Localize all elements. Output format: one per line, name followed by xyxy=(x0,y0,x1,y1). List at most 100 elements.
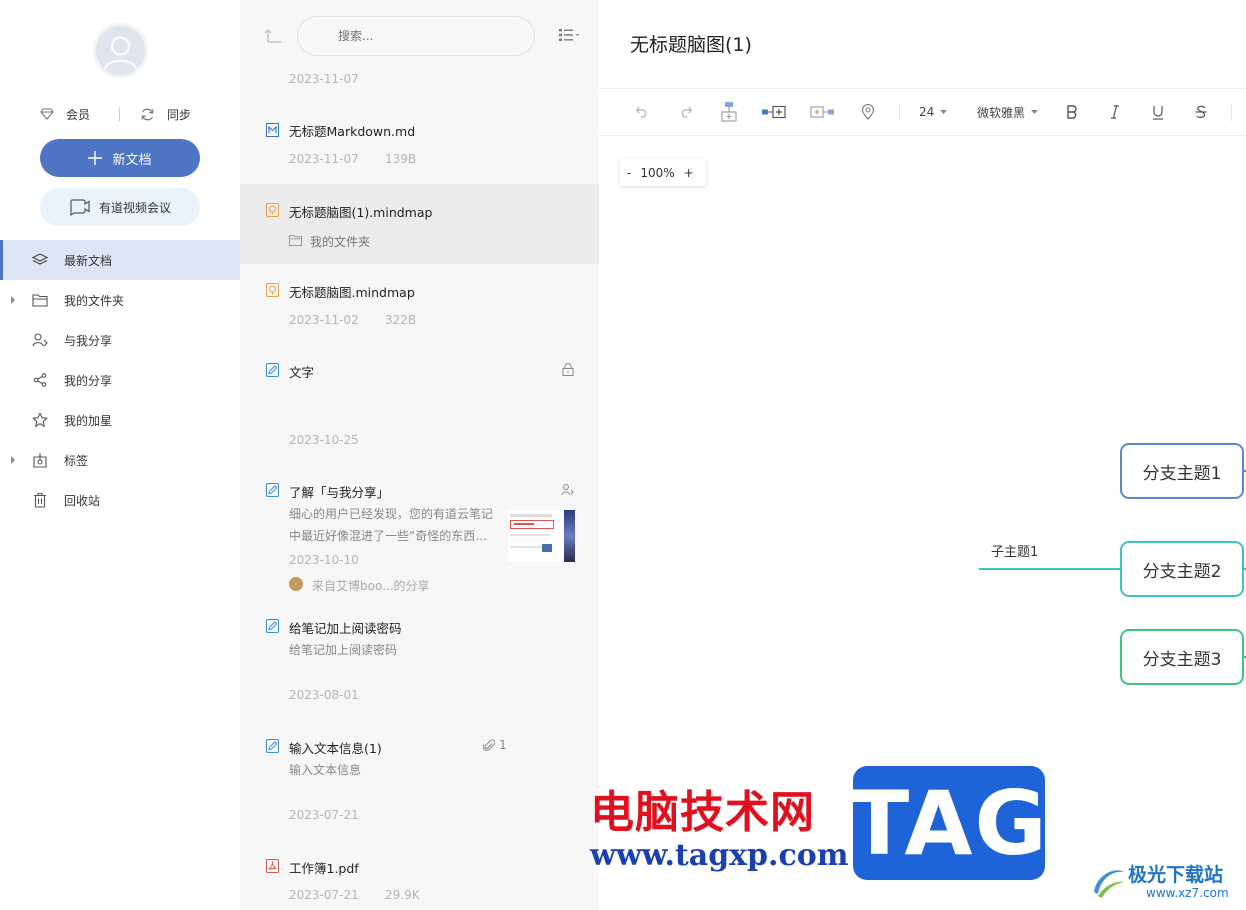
video-meeting-button[interactable]: 有道视频会议 xyxy=(40,188,200,226)
nav-label: 与我分享 xyxy=(64,334,113,348)
insert-sibling-topic-button[interactable] xyxy=(810,89,836,135)
account-row: 会员 同步 xyxy=(0,103,240,125)
user-icon xyxy=(103,36,138,70)
expand-arrow-icon[interactable] xyxy=(11,456,15,464)
zoom-in-button[interactable]: + xyxy=(684,166,694,180)
branch-topic-2[interactable]: 分支主题2 xyxy=(1120,541,1244,597)
up-level-icon[interactable] xyxy=(264,27,282,43)
italic-button[interactable] xyxy=(1110,89,1120,135)
toolbar-divider xyxy=(899,105,900,121)
nav-item-shared-with-me[interactable]: 与我分享 xyxy=(0,320,240,360)
new-document-button[interactable]: 新文档 xyxy=(40,139,200,177)
strikethrough-button[interactable] xyxy=(1195,89,1207,135)
avatar[interactable] xyxy=(93,23,148,78)
insert-child-topic-button[interactable] xyxy=(761,89,787,135)
nav-item-tags[interactable]: 标签 xyxy=(0,440,240,480)
nav-item-starred[interactable]: 我的加星 xyxy=(0,400,240,440)
zoom-level: 100% xyxy=(640,165,675,180)
location-button[interactable] xyxy=(861,89,875,135)
item-size: 29.9K xyxy=(385,888,420,902)
item-date: 2023-11-07 xyxy=(289,72,359,86)
branch-topic-1[interactable]: 分支主题1 xyxy=(1120,443,1244,499)
item-date: 2023-07-21 xyxy=(289,808,359,822)
nav-item-recent[interactable]: 最新文档 xyxy=(0,240,240,280)
item-size: 139B xyxy=(385,152,417,166)
branch-topic-3[interactable]: 分支主题3 xyxy=(1120,629,1244,685)
note-icon xyxy=(266,363,279,377)
undo-button[interactable] xyxy=(633,89,651,135)
nav-item-trash[interactable]: 回收站 xyxy=(0,480,240,520)
item-title: 给笔记加上阅读密码 xyxy=(289,621,402,636)
strikethrough-icon xyxy=(1195,105,1207,118)
toolbar-divider xyxy=(1231,105,1232,121)
share-icon xyxy=(33,373,47,387)
connector-line xyxy=(1242,568,1246,570)
list-item-mindmap-1[interactable]: 无标题脑图(1).mindmap 我的文件夹 xyxy=(240,184,599,264)
mindmap-icon xyxy=(266,203,279,217)
list-header xyxy=(240,0,599,70)
bold-button[interactable] xyxy=(1066,89,1078,135)
nav-item-my-shares[interactable]: 我的分享 xyxy=(0,360,240,400)
list-item-input-text[interactable]: 输入文本信息(1) 1 输入文本信息 2023-07-21 xyxy=(240,724,599,844)
underline-icon xyxy=(1153,105,1163,120)
list-item-read-password[interactable]: 给笔记加上阅读密码 给笔记加上阅读密码 2023-08-01 xyxy=(240,604,599,724)
font-size-value: 24 xyxy=(919,105,935,119)
item-date: 2023-07-21 xyxy=(289,888,359,902)
item-size: 322B xyxy=(385,313,417,327)
document-title[interactable]: 无标题脑图(1) xyxy=(630,30,752,57)
item-title: 输入文本信息(1) xyxy=(289,741,382,756)
member-button[interactable]: 会员 xyxy=(40,103,90,125)
tag-icon xyxy=(33,453,47,468)
sync-button[interactable]: 同步 xyxy=(140,103,191,125)
item-thumbnail xyxy=(508,510,575,562)
item-date: 2023-08-01 xyxy=(289,688,359,702)
item-title: 无标题脑图(1).mindmap xyxy=(289,205,433,220)
folder-icon xyxy=(32,294,48,307)
sidebar: 会员 同步 新文档 有道视频会议 最新文档 我的文件夹 与我分享 我的分享 我的… xyxy=(0,0,240,910)
insert-parent-topic-button[interactable] xyxy=(720,89,738,135)
insert-parent-topic-icon xyxy=(721,102,737,122)
search-input[interactable] xyxy=(297,16,535,56)
item-share-source: 来自艾博boo...的分享 xyxy=(312,579,430,593)
item-date: 2023-10-10 xyxy=(289,553,359,567)
mindmap-icon xyxy=(266,283,279,297)
plus-icon xyxy=(88,151,103,165)
zoom-out-button[interactable]: - xyxy=(627,166,631,180)
item-snippet: 细心的用户已经发现，您的有道云笔记 xyxy=(289,507,494,521)
redo-icon xyxy=(681,106,693,118)
undo-icon xyxy=(635,106,647,118)
font-family-value: 微软雅黑 xyxy=(977,105,1026,120)
font-family-select[interactable]: 微软雅黑 xyxy=(977,89,1039,135)
font-size-select[interactable]: 24 xyxy=(919,89,948,135)
underline-button[interactable] xyxy=(1152,89,1164,135)
list-item-markdown[interactable]: 无标题Markdown.md 2023-11-07 139B xyxy=(240,103,599,183)
nav-label: 回收站 xyxy=(64,494,101,508)
nav-item-my-folder[interactable]: 我的文件夹 xyxy=(0,280,240,320)
location-pin-icon xyxy=(861,104,875,120)
item-title: 了解「与我分享」 xyxy=(289,485,390,500)
list-item-mindmap[interactable]: 无标题脑图.mindmap 2023-11-02 322B xyxy=(240,264,599,344)
list-item-shared-intro[interactable]: 了解「与我分享」 细心的用户已经发现，您的有道云笔记 中最近好像混进了一些“奇怪… xyxy=(240,464,599,604)
lock-icon xyxy=(562,363,574,376)
nav-label: 我的分享 xyxy=(64,374,113,388)
expand-arrow-icon[interactable] xyxy=(11,296,15,304)
sync-icon xyxy=(141,108,154,120)
trash-icon xyxy=(34,492,46,508)
item-title: 文字 xyxy=(289,365,315,380)
item-snippet: 中最近好像混进了一些“奇怪的东西… xyxy=(289,529,488,543)
list-item-pdf[interactable]: 工作簿1.pdf 2023-07-21 29.9K xyxy=(240,844,599,910)
list-view-toggle-icon[interactable] xyxy=(558,28,582,42)
sharer-avatar xyxy=(289,577,303,591)
subtopic-1[interactable]: 子主题1 xyxy=(991,541,1038,560)
layers-icon xyxy=(32,253,48,265)
redo-button[interactable] xyxy=(677,89,695,135)
item-snippet: 给笔记加上阅读密码 xyxy=(289,643,398,657)
item-title: 无标题Markdown.md xyxy=(289,124,416,139)
insert-child-topic-icon xyxy=(762,105,786,119)
watermark-site-url: www.tagxp.com xyxy=(590,838,849,873)
editor-toolbar: 24 微软雅黑 xyxy=(599,88,1246,136)
list-item-text[interactable]: 文字 2023-10-25 xyxy=(240,344,599,464)
item-title: 工作簿1.pdf xyxy=(289,861,359,876)
bold-icon xyxy=(1067,105,1077,119)
connector-line xyxy=(1242,470,1246,472)
